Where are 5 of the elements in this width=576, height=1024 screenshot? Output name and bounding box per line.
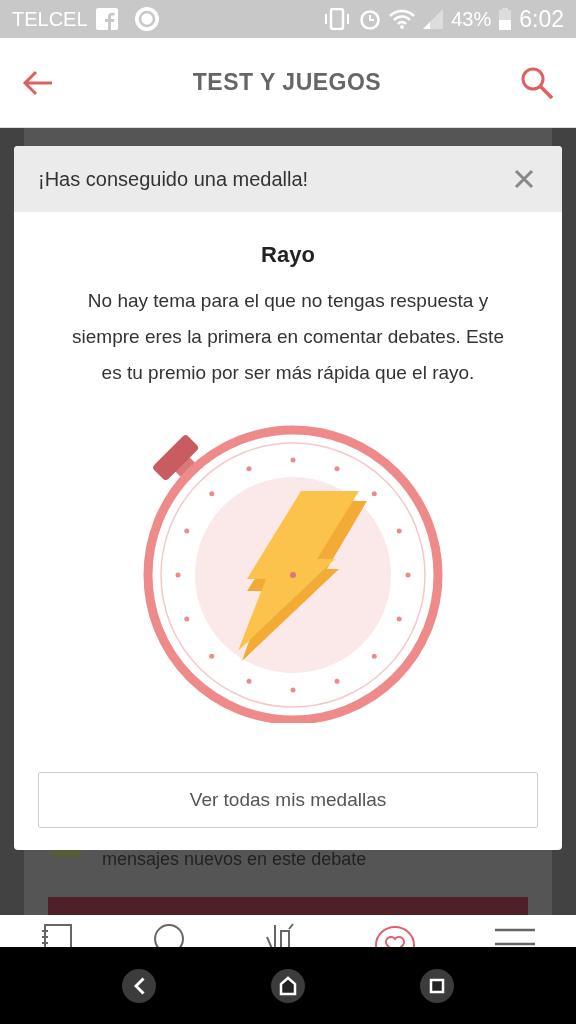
medal-description: No hay tema para el que no tengas respuesta y siempre eres la primera en comentar debates. Este es tu premio por ser más rápida que el rayo. [71,289,505,385]
page-title: TEST Y JUEGOS [192,68,382,98]
medal-name: Rayo [260,241,316,269]
dialog-title: ¡Has conseguido una medalla! [38,167,309,192]
view-medals-button[interactable]: Ver todas mis medallas [38,772,538,828]
